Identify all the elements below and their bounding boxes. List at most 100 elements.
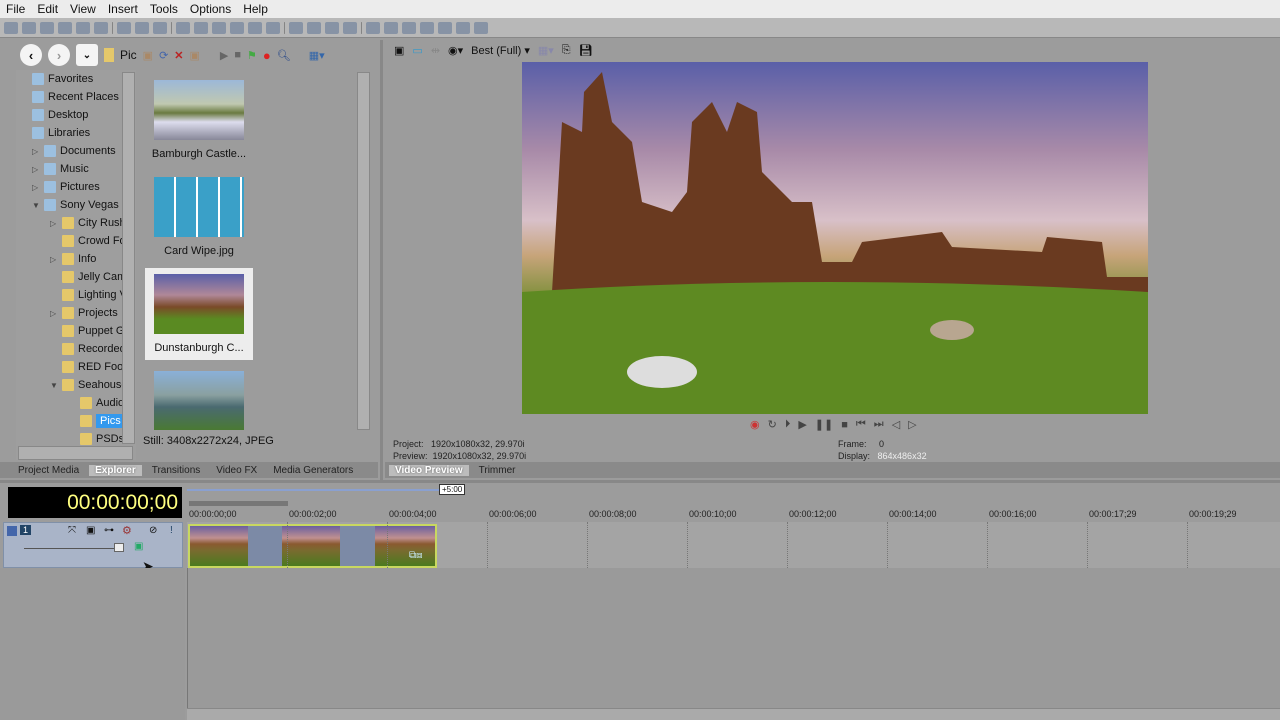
- toolbar-button-icon[interactable]: [248, 21, 262, 34]
- toolbar-button-icon[interactable]: [366, 21, 380, 34]
- tree-item[interactable]: ▷ Info: [50, 250, 96, 268]
- time-ruler[interactable]: 00:00:00;00 00:00:02;00 00:00:04;00 00:00:0…: [187, 505, 1280, 522]
- toolbar-button-icon[interactable]: [94, 21, 108, 34]
- composite-mode-icon[interactable]: ▣: [134, 541, 143, 552]
- toolbar-button-icon[interactable]: [135, 21, 149, 34]
- expand-arrow-icon[interactable]: ▷: [50, 309, 58, 318]
- preview-quality-dropdown[interactable]: Best (Full) ▾: [471, 44, 530, 57]
- go-to-start-button[interactable]: ⏮: [856, 418, 866, 431]
- tree-hscrollbar[interactable]: [18, 446, 133, 460]
- back-button[interactable]: ‹: [20, 44, 42, 66]
- toolbar-button-icon[interactable]: [22, 21, 36, 34]
- stop-button[interactable]: ■: [841, 419, 848, 431]
- toolbar-button-icon[interactable]: [176, 21, 190, 34]
- tab-trimmer[interactable]: Trimmer: [473, 465, 522, 476]
- tree-item[interactable]: Puppet G: [50, 322, 124, 340]
- expand-arrow-icon[interactable]: ▷: [32, 165, 40, 174]
- menu-file[interactable]: File: [0, 2, 31, 16]
- solo-icon[interactable]: !: [170, 525, 173, 536]
- record-icon[interactable]: ●: [263, 48, 271, 63]
- menu-options[interactable]: Options: [184, 2, 237, 16]
- track-motion-icon[interactable]: ⤧: [68, 525, 76, 536]
- delete-icon[interactable]: ✕: [174, 49, 183, 62]
- path-label[interactable]: Pic: [120, 48, 137, 62]
- tree-item[interactable]: ▷ Documents: [32, 142, 116, 160]
- file-thumbnail[interactable]: Bamburgh Castle...: [145, 74, 253, 166]
- play-icon[interactable]: ▶: [220, 49, 228, 62]
- loop-button[interactable]: ↻: [768, 418, 777, 431]
- tree-item[interactable]: ▷ Music: [32, 160, 89, 178]
- toolbar-button-icon[interactable]: [212, 21, 226, 34]
- toolbar-button-icon[interactable]: [474, 21, 488, 34]
- search-icon[interactable]: 🔍︎: [277, 49, 291, 62]
- tree-item[interactable]: Crowd Fo: [50, 232, 126, 250]
- toolbar-button-icon[interactable]: [76, 21, 90, 34]
- tab-media-generators[interactable]: Media Generators: [267, 465, 359, 476]
- go-to-end-button[interactable]: ⏭: [874, 418, 884, 431]
- level-slider[interactable]: [24, 548, 124, 549]
- tab-explorer[interactable]: Explorer: [89, 464, 142, 476]
- menu-help[interactable]: Help: [237, 2, 274, 16]
- forward-button[interactable]: ›: [48, 44, 70, 66]
- tree-item[interactable]: ▼ Seahouse: [50, 376, 128, 394]
- file-thumbnail[interactable]: Dunstanburgh C...: [145, 268, 253, 360]
- expand-arrow-icon[interactable]: ▼: [50, 381, 58, 390]
- toolbar-button-icon[interactable]: [40, 21, 54, 34]
- overlays-icon[interactable]: ◉▾: [448, 44, 463, 57]
- timeline-scrollbar[interactable]: [187, 708, 1280, 720]
- expand-keyframes-icon[interactable]: ⊶: [104, 525, 114, 536]
- views-icon[interactable]: ▦▾: [309, 49, 325, 62]
- menu-edit[interactable]: Edit: [31, 2, 64, 16]
- toolbar-button-icon[interactable]: [420, 21, 434, 34]
- expand-arrow-icon[interactable]: ▷: [50, 255, 58, 264]
- tree-item[interactable]: Pics: [68, 412, 125, 430]
- file-thumbnail[interactable]: [145, 365, 253, 430]
- toolbar-button-icon[interactable]: [307, 21, 321, 34]
- panel-divider[interactable]: [380, 40, 383, 480]
- properties-icon[interactable]: ▣: [394, 44, 404, 57]
- play-button[interactable]: ▶: [798, 418, 806, 431]
- auto-preview-icon[interactable]: ⚑: [247, 49, 257, 62]
- tree-item[interactable]: ▼ Sony Vegas: [32, 196, 119, 214]
- toolbar-button-icon[interactable]: [456, 21, 470, 34]
- toolbar-button-icon[interactable]: [117, 21, 131, 34]
- toolbar-button-icon[interactable]: [153, 21, 167, 34]
- refresh-icon[interactable]: ⟳: [159, 49, 168, 62]
- favorite-folder-icon[interactable]: ▣: [190, 49, 200, 62]
- tab-transitions[interactable]: Transitions: [146, 465, 207, 476]
- tree-item[interactable]: Libraries: [20, 124, 90, 142]
- menu-view[interactable]: View: [64, 2, 102, 16]
- expand-arrow-icon[interactable]: ▷: [50, 219, 58, 228]
- file-thumbnail[interactable]: Card Wipe.jpg: [145, 171, 253, 263]
- up-folder-icon[interactable]: ▣: [143, 49, 153, 62]
- tree-item[interactable]: ▷ Pictures: [32, 178, 100, 196]
- external-monitor-icon[interactable]: ▭: [412, 44, 422, 57]
- tree-scrollbar[interactable]: [122, 72, 135, 444]
- split-screen-icon[interactable]: ⇹: [431, 44, 440, 57]
- tree-item[interactable]: ▷ Projects: [50, 304, 118, 322]
- level-slider-thumb[interactable]: [114, 543, 124, 552]
- expand-arrow-icon[interactable]: ▼: [32, 201, 40, 210]
- next-frame-button[interactable]: ▷: [908, 418, 916, 431]
- tree-item[interactable]: Jelly Cam: [50, 268, 126, 286]
- stop-icon[interactable]: ■: [234, 49, 241, 61]
- toolbar-button-icon[interactable]: [194, 21, 208, 34]
- tree-item[interactable]: Favorites: [20, 70, 93, 88]
- track-collapse-icon[interactable]: [7, 526, 17, 536]
- toolbar-button-icon[interactable]: [343, 21, 357, 34]
- timeline-divider[interactable]: [0, 480, 1280, 483]
- menu-insert[interactable]: Insert: [102, 2, 144, 16]
- thumbs-scrollbar[interactable]: [357, 72, 370, 430]
- pause-button[interactable]: ❚❚: [815, 418, 833, 431]
- toolbar-button-icon[interactable]: [266, 21, 280, 34]
- toolbar-button-icon[interactable]: [402, 21, 416, 34]
- expand-arrow-icon[interactable]: ▷: [32, 147, 40, 156]
- tree-item[interactable]: Recorded: [50, 340, 126, 358]
- toolbar-button-icon[interactable]: [438, 21, 452, 34]
- history-dropdown[interactable]: ⌄: [76, 44, 98, 66]
- tree-item[interactable]: Recent Places: [20, 88, 119, 106]
- toolbar-button-icon[interactable]: [230, 21, 244, 34]
- record-button[interactable]: ◉: [750, 418, 760, 431]
- toolbar-button-icon[interactable]: [325, 21, 339, 34]
- tab-project-media[interactable]: Project Media: [12, 465, 85, 476]
